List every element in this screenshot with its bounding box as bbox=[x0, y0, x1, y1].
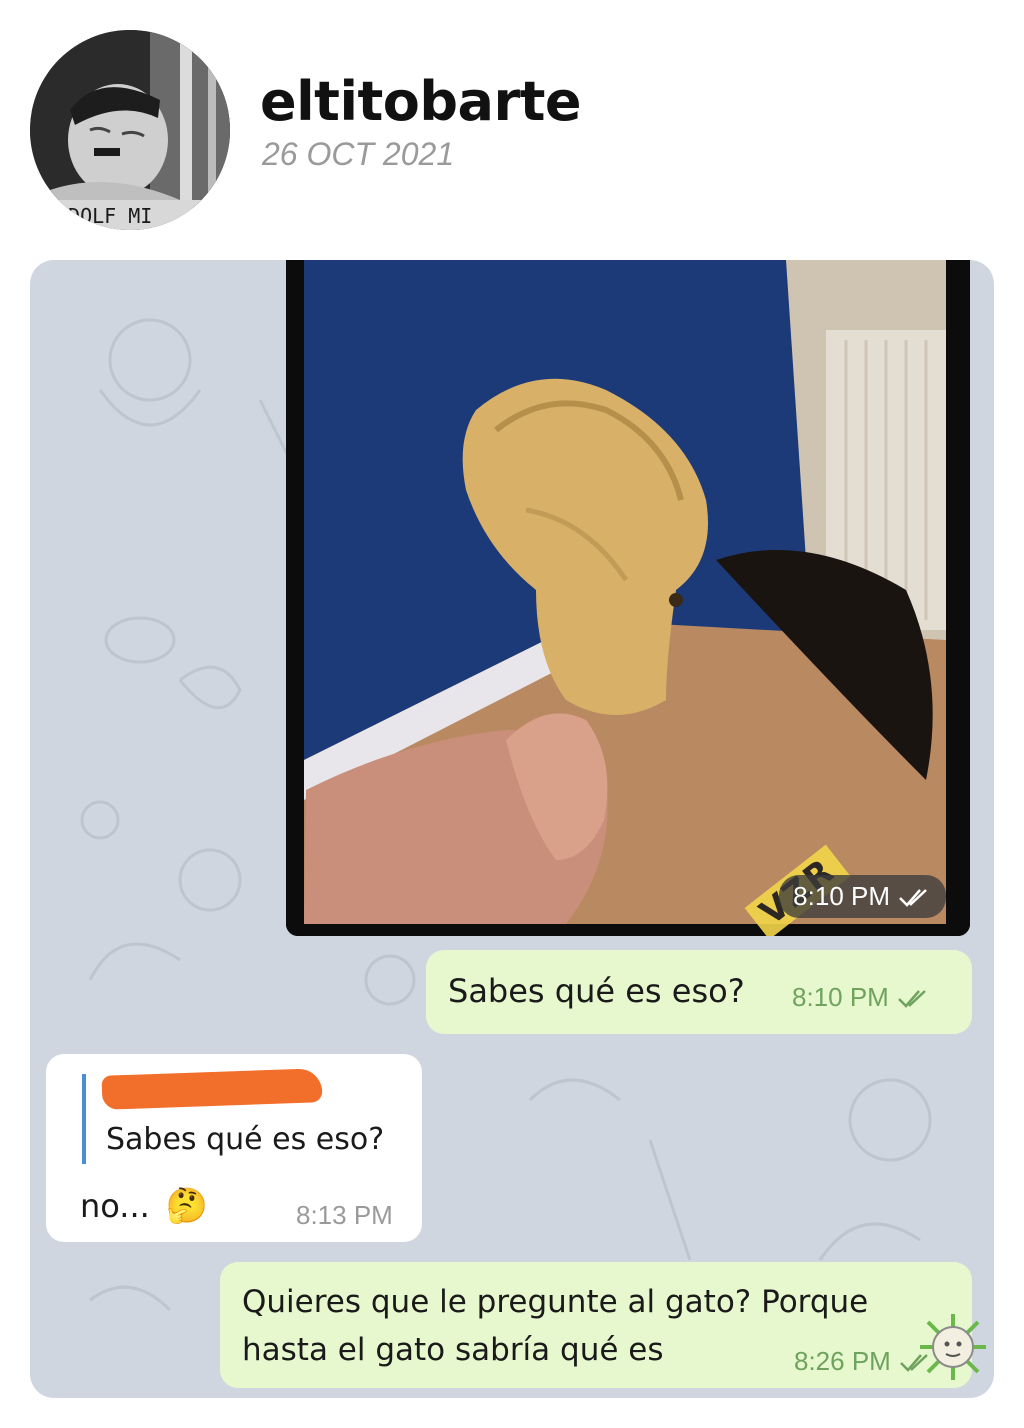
photo-time-text: 8:10 PM bbox=[793, 881, 890, 911]
outgoing-message[interactable]: Sabes qué es eso? 8:10 PM bbox=[426, 950, 972, 1034]
post-header: ADOLF MI eltitobarte 26 OCT 2021 bbox=[0, 0, 1024, 250]
time-text: 8:10 PM bbox=[792, 982, 889, 1012]
photo-message[interactable]: VZR 8:10 PM bbox=[286, 260, 970, 936]
message-body: no... bbox=[80, 1187, 150, 1225]
message-text: Sabes qué es eso? bbox=[448, 972, 745, 1010]
message-text-line-1: Quieres que le pregunte al gato? Porque bbox=[242, 1284, 869, 1320]
message-timestamp: 8:26 PM bbox=[794, 1346, 933, 1377]
chat-window: VZR 8:10 PM Sabes qué es eso? 8:10 PM A … bbox=[30, 260, 994, 1398]
message-timestamp: 8:13 PM bbox=[296, 1200, 393, 1231]
double-check-icon bbox=[899, 888, 927, 907]
thinking-face-icon: 🤔 bbox=[165, 1186, 209, 1226]
outgoing-message[interactable]: Quieres que le pregunte al gato? Porque … bbox=[220, 1262, 972, 1388]
message-timestamp: 8:10 PM bbox=[792, 982, 931, 1013]
redaction-mark bbox=[101, 1068, 323, 1110]
reply-quote-bar bbox=[82, 1074, 86, 1164]
avatar-caption: ADOLF MI bbox=[56, 204, 152, 228]
double-check-icon bbox=[897, 989, 926, 1008]
incoming-message[interactable]: A Sabes qué es eso? no... 🤔 8:13 PM bbox=[46, 1054, 422, 1242]
corner-logo-icon bbox=[920, 1314, 986, 1380]
photo-timestamp: 8:10 PM bbox=[779, 875, 946, 918]
username[interactable]: eltitobarte bbox=[260, 70, 582, 133]
post-date: 26 OCT 2021 bbox=[262, 136, 455, 172]
reply-quote-text: Sabes qué es eso? bbox=[106, 1122, 385, 1157]
message-text: no... 🤔 bbox=[80, 1186, 208, 1226]
photo-chip bbox=[286, 260, 970, 936]
message-text-line-2: hasta el gato sabría qué es bbox=[242, 1332, 664, 1368]
avatar[interactable]: ADOLF MI bbox=[30, 30, 230, 230]
time-text: 8:26 PM bbox=[794, 1346, 891, 1376]
time-text: 8:13 PM bbox=[296, 1200, 393, 1230]
